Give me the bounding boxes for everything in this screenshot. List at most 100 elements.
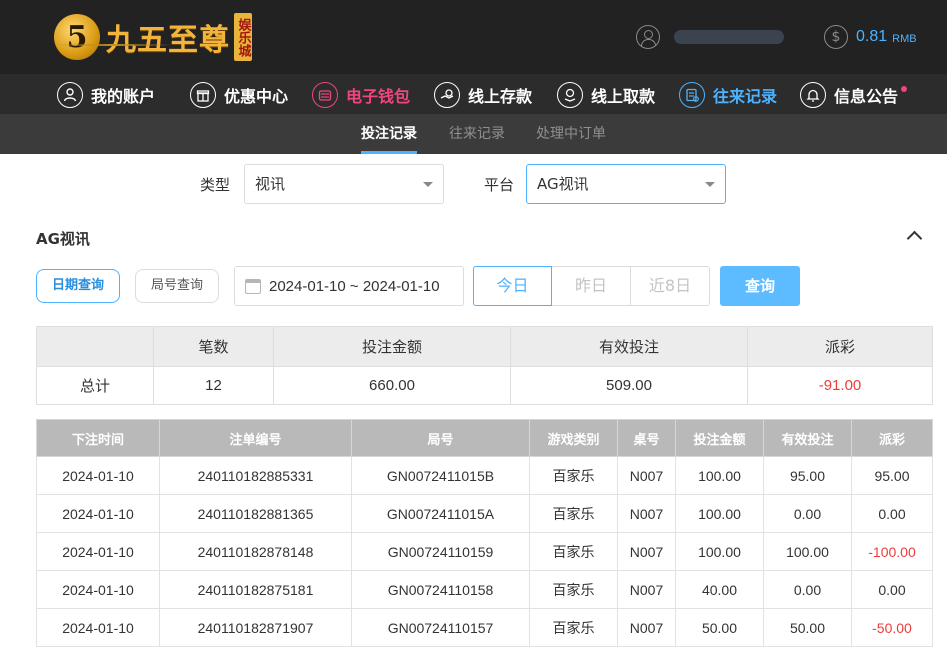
cell-valid-bet: 0.00 <box>763 494 852 533</box>
balance-currency: RMB <box>892 32 917 45</box>
cell-bet-amount: 100.00 <box>675 456 764 495</box>
top-header: 5 九五至尊 娱乐城 $ 0.81 RMB <box>0 0 947 74</box>
cell-bet-amount: 50.00 <box>675 608 764 647</box>
nav-label-text: 信息公告 <box>834 87 899 106</box>
summary-header-bet: 投注金额 <box>273 326 511 367</box>
quick-today-button[interactable]: 今日 <box>473 266 552 306</box>
calendar-icon <box>245 278 261 294</box>
logo-flourish <box>52 44 172 46</box>
cell-valid-bet: 0.00 <box>763 570 852 609</box>
cell-payout: 0.00 <box>851 494 933 533</box>
sub-nav: 投注记录 往来记录 处理中订单 <box>0 115 947 154</box>
tab-transaction-records[interactable]: 往来记录 <box>449 115 505 154</box>
quick-yesterday-button[interactable]: 昨日 <box>552 266 631 306</box>
query-button[interactable]: 查询 <box>720 266 800 306</box>
summary-total-count: 12 <box>153 366 274 405</box>
wallet-icon <box>312 82 338 108</box>
header-bet-id: 注单编号 <box>159 419 352 457</box>
cell-round-id: GN00724110158 <box>351 570 530 609</box>
cell-table-no: N007 <box>617 570 676 609</box>
cell-game-type: 百家乐 <box>529 494 618 533</box>
summary-header-valid: 有效投注 <box>510 326 748 367</box>
table-row: 2024-01-10 240110182885331 GN0072411015B… <box>36 456 933 495</box>
username-redacted <box>674 30 784 44</box>
brand-logo[interactable]: 5 九五至尊 娱乐城 <box>54 10 252 64</box>
records-table: 下注时间 注单编号 局号 游戏类别 桌号 投注金额 有效投注 派彩 2024-0… <box>36 419 933 647</box>
brand-badge: 娱乐城 <box>234 13 252 61</box>
gift-icon <box>190 82 216 108</box>
cell-bet-id: 240110182881365 <box>159 494 352 533</box>
nav-label: 线上取款 <box>591 87 656 106</box>
platform-select[interactable]: AG视讯 <box>526 164 726 204</box>
cell-round-id: GN00724110157 <box>351 608 530 647</box>
nav-item-e-wallet[interactable]: 电子钱包 <box>312 80 410 110</box>
summary-header-empty <box>36 326 154 367</box>
dollar-icon: $ <box>824 25 848 49</box>
nav-item-online-deposit[interactable]: 线上存款 <box>434 80 532 110</box>
date-range-picker[interactable]: 2024-01-10 ~ 2024-01-10 <box>234 266 464 306</box>
nav-item-online-withdraw[interactable]: 线上取款 <box>557 80 655 110</box>
type-select-value: 视讯 <box>255 175 286 193</box>
header-bet-amount: 投注金额 <box>675 419 764 457</box>
header-valid-bet: 有效投注 <box>763 419 852 457</box>
date-query-tab[interactable]: 日期查询 <box>36 269 120 303</box>
nav-label: 信息公告 <box>834 83 908 107</box>
summary-header-row: 笔数 投注金额 有效投注 派彩 <box>36 326 933 367</box>
deposit-icon <box>434 82 460 108</box>
table-row: 2024-01-10 240110182871907 GN00724110157… <box>36 608 933 647</box>
cell-payout: 0.00 <box>851 570 933 609</box>
logo-mark: 5 <box>54 14 100 60</box>
cell-bet-time: 2024-01-10 <box>36 456 160 495</box>
cell-game-type: 百家乐 <box>529 456 618 495</box>
cell-table-no: N007 <box>617 456 676 495</box>
bell-icon <box>800 82 826 108</box>
summary-total-row: 总计 12 660.00 509.00 -91.00 <box>36 366 933 405</box>
quick-last-8-days-button[interactable]: 近8日 <box>631 266 710 306</box>
header-bet-time: 下注时间 <box>36 419 160 457</box>
cell-bet-id: 240110182885331 <box>159 456 352 495</box>
nav-label: 我的账户 <box>91 87 156 106</box>
round-query-tab[interactable]: 局号查询 <box>135 269 219 303</box>
chevron-down-icon <box>423 182 433 187</box>
summary-total-payout: -91.00 <box>747 366 933 405</box>
type-label: 类型 <box>200 176 231 194</box>
summary-header-count: 笔数 <box>153 326 274 367</box>
nav-item-transaction-records[interactable]: 往来记录 <box>679 80 777 110</box>
table-row: 2024-01-10 240110182875181 GN00724110158… <box>36 570 933 609</box>
platform-select-value: AG视讯 <box>537 175 589 193</box>
header-game-type: 游戏类别 <box>529 419 618 457</box>
summary-header-payout: 派彩 <box>747 326 933 367</box>
chevron-up-icon[interactable] <box>906 228 922 244</box>
cell-game-type: 百家乐 <box>529 532 618 571</box>
nav-item-announcements[interactable]: 信息公告 <box>800 80 908 110</box>
nav-label: 往来记录 <box>713 87 778 106</box>
header-payout: 派彩 <box>851 419 933 457</box>
cell-bet-time: 2024-01-10 <box>36 532 160 571</box>
cell-round-id: GN0072411015A <box>351 494 530 533</box>
tab-bet-records[interactable]: 投注记录 <box>361 115 417 154</box>
nav-item-promotions[interactable]: 优惠中心 <box>190 80 288 110</box>
cell-valid-bet: 50.00 <box>763 608 852 647</box>
cell-bet-amount: 40.00 <box>675 570 764 609</box>
cell-payout: -50.00 <box>851 608 933 647</box>
withdraw-icon <box>557 82 583 108</box>
nav-item-my-account[interactable]: 我的账户 <box>57 80 155 110</box>
quick-date-group: 今日 昨日 近8日 <box>473 266 710 306</box>
cell-bet-time: 2024-01-10 <box>36 608 160 647</box>
main-nav: 我的账户 优惠中心 电子钱包 线上存款 线上取款 往来记录 信息公告 <box>0 74 947 115</box>
cell-payout: 95.00 <box>851 456 933 495</box>
record-icon <box>679 82 705 108</box>
cell-bet-id: 240110182871907 <box>159 608 352 647</box>
notification-dot <box>901 86 908 92</box>
nav-label: 优惠中心 <box>224 87 289 106</box>
user-avatar-icon[interactable] <box>636 25 660 49</box>
cell-bet-amount: 100.00 <box>675 494 764 533</box>
tab-pending-orders[interactable]: 处理中订单 <box>536 115 606 154</box>
cell-payout: -100.00 <box>851 532 933 571</box>
cell-valid-bet: 95.00 <box>763 456 852 495</box>
summary-total-valid: 509.00 <box>510 366 748 405</box>
summary-table: 笔数 投注金额 有效投注 派彩 总计 12 660.00 509.00 -91.… <box>36 326 933 405</box>
cell-round-id: GN0072411015B <box>351 456 530 495</box>
type-select[interactable]: 视讯 <box>244 164 444 204</box>
header-table-no: 桌号 <box>617 419 676 457</box>
